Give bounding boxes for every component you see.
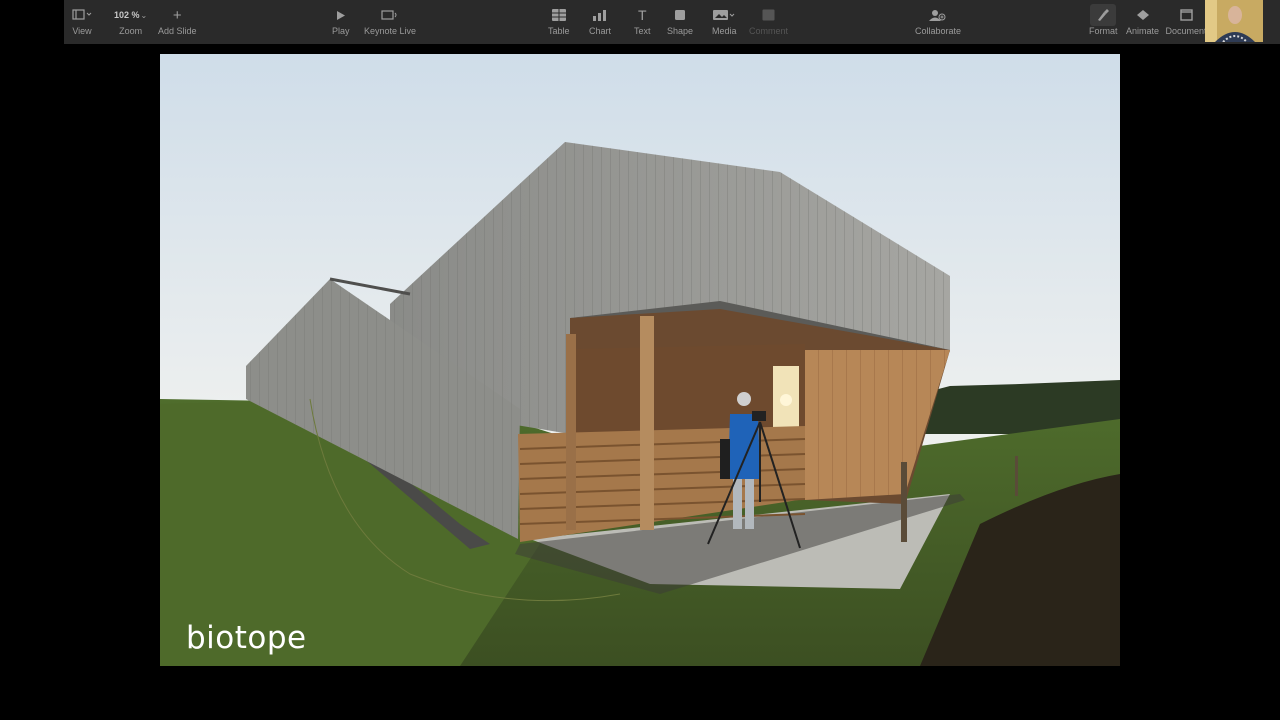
document-icon <box>1179 4 1193 26</box>
add-slide-button[interactable]: + Add Slide <box>158 4 197 37</box>
shape-label: Shape <box>667 26 694 36</box>
chart-label: Chart <box>589 26 612 36</box>
collaborate-button[interactable]: Collaborate <box>915 4 961 36</box>
view-icon <box>72 4 92 26</box>
text-button[interactable]: T Text <box>634 4 651 36</box>
table-icon <box>551 4 566 26</box>
collaborate-icon <box>929 4 947 26</box>
comment-button[interactable]: Comment <box>749 4 788 36</box>
zoom-button[interactable]: 102 % ⌄ Zoom <box>114 4 147 36</box>
format-button[interactable]: Format <box>1089 4 1118 36</box>
slide-caption: biotope <box>186 620 307 656</box>
shape-button[interactable]: Shape <box>667 4 693 36</box>
document-button[interactable]: Document <box>1166 4 1206 36</box>
chevron-down-icon: ⌄ <box>140 10 148 20</box>
keynote-live-button[interactable]: Keynote Live <box>364 4 416 36</box>
keynote-live-label: Keynote Live <box>364 26 417 36</box>
text-label: Text <box>634 26 651 36</box>
comment-icon <box>762 4 775 26</box>
chart-button[interactable]: Chart <box>589 4 611 36</box>
animate-button[interactable]: Animate <box>1126 4 1159 36</box>
animate-icon <box>1135 4 1151 26</box>
table-label: Table <box>548 26 570 36</box>
zoom-value: 102 % <box>114 10 140 20</box>
collaborate-label: Collaborate <box>915 26 962 36</box>
text-icon: T <box>637 7 647 23</box>
media-label: Media <box>712 26 737 36</box>
zoom-label: Zoom <box>119 26 143 36</box>
media-button[interactable]: Media <box>712 4 737 36</box>
play-icon <box>336 4 346 26</box>
view-button[interactable]: View <box>72 4 92 36</box>
webcam-thumbnail <box>1205 0 1263 42</box>
keynote-toolbar: View 102 % ⌄ Zoom + Add Slide Play Keyno… <box>64 0 1280 44</box>
play-label: Play <box>332 26 350 36</box>
animate-label: Animate <box>1126 26 1160 36</box>
presenter-avatar <box>1205 0 1263 42</box>
plus-icon: + <box>172 6 182 24</box>
table-button[interactable]: Table <box>548 4 570 36</box>
format-label: Format <box>1089 26 1118 36</box>
slide-canvas[interactable]: biotope <box>160 54 1120 666</box>
play-button[interactable]: Play <box>332 4 350 36</box>
comment-label: Comment <box>749 26 789 36</box>
shape-icon <box>674 4 686 26</box>
slide-photo <box>160 54 1120 666</box>
format-icon <box>1090 4 1117 26</box>
document-label: Document <box>1166 26 1206 36</box>
chart-icon <box>592 4 608 26</box>
view-label: View <box>72 26 92 36</box>
add-slide-label: Add Slide <box>158 26 197 36</box>
media-icon <box>712 4 736 26</box>
keynote-live-icon <box>381 4 399 26</box>
